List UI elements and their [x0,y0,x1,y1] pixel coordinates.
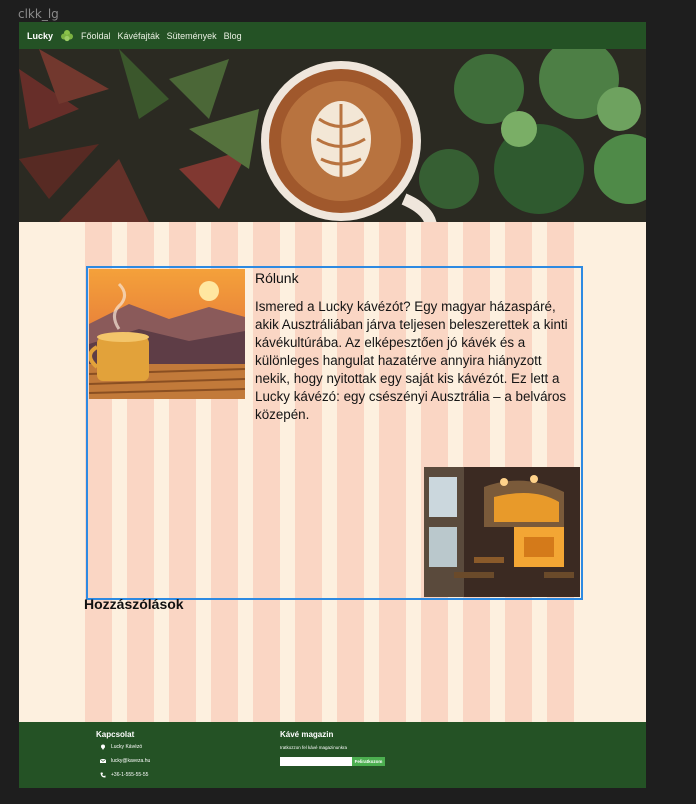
cafe-interior-image [424,467,580,597]
about-text: Ismered a Lucky kávézót? Egy magyar háza… [255,299,568,422]
mail-icon [99,758,107,764]
nav-link-kavefajtak[interactable]: Kávéfajták [118,31,160,41]
subscribe-button[interactable]: Feliratkozom [352,757,385,766]
nav-link-sutemenyek[interactable]: Sütemények [167,31,217,41]
page-frame: Lucky Főoldal Kávéfajták Sütemények Blog [19,22,646,788]
newsletter-title: Kávé magazin [280,730,334,739]
pin-icon [100,744,106,750]
navbar: Lucky Főoldal Kávéfajták Sütemények Blog [19,22,646,49]
hero-image [19,49,646,222]
contact-phone-text: +36-1-555-55-55 [111,772,149,778]
contact-address-text: Lucky Kávézó [111,744,143,750]
phone-icon [100,772,106,778]
clover-logo-icon [60,29,74,43]
sunset-coffee-image [89,269,245,399]
contact-email[interactable]: lucky@kaveza.hu [99,758,151,764]
contact-email-text: lucky@kaveza.hu [111,758,151,764]
newsletter-email-input[interactable] [280,757,355,766]
about-title: Rólunk [255,270,299,286]
about-section[interactable]: Rólunk Ismered a Lucky kávézót? Egy magy… [86,266,583,600]
footer: Kapcsolat Lucky Kávézó lucky@kaveza.hu +… [19,722,646,788]
brand-name[interactable]: Lucky [27,31,53,41]
contact-phone[interactable]: +36-1-555-55-55 [100,772,148,778]
contact-address: Lucky Kávézó [100,744,142,750]
nav-link-blog[interactable]: Blog [224,31,242,41]
comments-title: Hozzászólások [84,596,184,612]
contact-title: Kapcsolat [96,730,135,739]
newsletter-subtitle: Iratkozzon fel kávé magazinunkra [280,745,348,750]
frame-label: clkk_lg [18,7,59,21]
nav-link-fooldal[interactable]: Főoldal [81,31,111,41]
